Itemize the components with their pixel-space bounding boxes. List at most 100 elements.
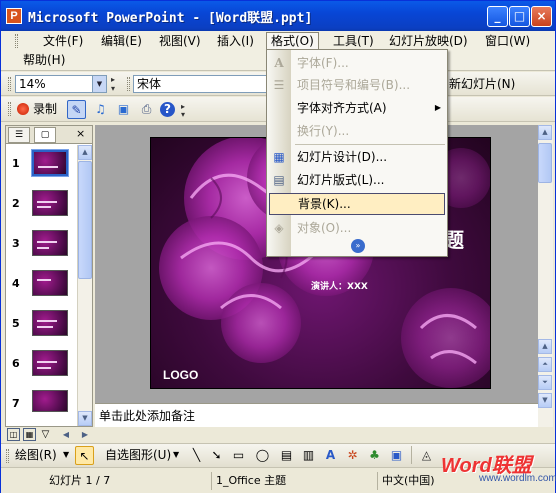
wordart-icon[interactable]: A <box>321 446 340 465</box>
arrow-icon[interactable]: ➘ <box>207 446 226 465</box>
menu-window[interactable]: 窗口(W) <box>481 32 534 50</box>
font-name-combo[interactable]: 宋体 <box>133 75 273 93</box>
bullets-icon: ☰ <box>273 78 285 92</box>
menu-file[interactable]: 文件(F) <box>39 32 87 50</box>
slide-number-2: 2 <box>12 197 20 210</box>
chevron-down-icon-3[interactable]: ▼ <box>173 447 179 463</box>
scroll-up-arrow-icon-3[interactable]: ▲ <box>538 339 552 354</box>
maximize-button[interactable]: □ <box>509 6 530 27</box>
menu-item-bullets[interactable]: ☰ 项目符号和编号(B)... <box>267 74 447 96</box>
clipart-icon[interactable]: ♣ <box>365 446 384 465</box>
menu-slideshow[interactable]: 幻灯片放映(D) <box>385 32 472 50</box>
draw-menu-button[interactable]: 绘图(R) <box>15 447 57 463</box>
new-slide-button[interactable]: 新幻灯片(N) <box>449 76 515 92</box>
camera-icon[interactable]: ▣ <box>114 100 133 119</box>
toolbar-grip-2[interactable] <box>127 77 130 91</box>
slide-thumbnail-5[interactable] <box>32 310 68 336</box>
slide-presenter-text[interactable]: 演讲人：XXX <box>311 279 368 292</box>
slide-thumbnail-3[interactable] <box>32 230 68 256</box>
view-buttons-row: ◫ ▦ ▽ ◀ ▶ <box>1 427 555 443</box>
slide-thumbnail-1[interactable] <box>31 149 69 177</box>
vertical-textbox-icon[interactable]: ▥ <box>299 446 318 465</box>
expand-menu-chevron-icon[interactable]: » <box>351 239 365 253</box>
scroll-left-arrow-icon[interactable]: ◀ <box>59 428 73 442</box>
scroll-up-arrow-icon[interactable]: ▲ <box>78 145 92 160</box>
menu-insert[interactable]: 插入(I) <box>213 32 258 50</box>
record-button[interactable]: 录制 <box>33 101 57 117</box>
menu-item-slide-design[interactable]: ▦ 幻灯片设计(D)... <box>267 146 447 168</box>
menu-help[interactable]: 帮助(H) <box>19 51 69 69</box>
editor-scroll-thumb[interactable] <box>538 143 552 183</box>
menu-item-slide-layout-label: 幻灯片版式(L)... <box>297 173 385 187</box>
slide-design-icon: ▦ <box>273 150 285 164</box>
menu-edit[interactable]: 编辑(E) <box>97 32 146 50</box>
previous-slide-icon[interactable]: ⏶ <box>538 357 552 372</box>
tab-slides[interactable]: ▢ <box>34 127 56 143</box>
powerpoint-window: P Microsoft PowerPoint - [Word联盟.ppt] _ … <box>0 0 556 493</box>
menu-item-object[interactable]: ◈ 对象(O)... <box>267 217 447 239</box>
pane-close-icon[interactable]: × <box>76 127 85 141</box>
next-slide-icon[interactable]: ⏷ <box>538 375 552 390</box>
scroll-thumb[interactable] <box>78 161 92 279</box>
menu-item-background-label: 背景(K)... <box>298 197 351 211</box>
scroll-down-arrow-icon[interactable]: ▼ <box>78 411 92 426</box>
rectangle-icon[interactable]: ▭ <box>229 446 248 465</box>
pen-icon[interactable]: ✎ <box>67 100 86 119</box>
menu-item-font-alignment[interactable]: 字体对齐方式(A) ▶ <box>267 97 447 119</box>
close-button[interactable]: × <box>531 6 552 27</box>
menu-item-font[interactable]: A 字体(F)... <box>267 52 447 74</box>
toolbar-options-icon-2[interactable]: ▸ ▾ <box>181 103 185 119</box>
chevron-down-icon-2[interactable]: ▼ <box>63 447 69 463</box>
autoshapes-button[interactable]: 自选图形(U) <box>105 447 171 463</box>
title-bar[interactable]: P Microsoft PowerPoint - [Word联盟.ppt] _ … <box>1 1 555 31</box>
slide-thumbnail-4[interactable] <box>32 270 68 296</box>
zoom-combo[interactable]: 14% ▼ <box>15 75 107 93</box>
slide-thumbnail-7[interactable] <box>32 390 68 412</box>
menubar-grip[interactable] <box>15 34 18 48</box>
status-language: 中文(中国) <box>377 472 439 490</box>
slide-number-3: 3 <box>12 237 20 250</box>
menu-item-line-break[interactable]: 换行(Y)... <box>267 120 447 142</box>
help-icon[interactable]: ? <box>160 102 175 117</box>
menu-item-slide-layout[interactable]: ▤ 幻灯片版式(L)... <box>267 169 447 191</box>
select-pointer-icon[interactable]: ↖ <box>75 446 94 465</box>
scroll-down-arrow-icon-2[interactable]: ▼ <box>538 393 552 408</box>
scroll-up-arrow-icon-2[interactable]: ▲ <box>538 125 552 140</box>
fill-color-icon[interactable]: ◬ <box>417 446 436 465</box>
toolbar-grip[interactable] <box>8 77 11 91</box>
picture-icon[interactable]: ▣ <box>387 446 406 465</box>
textbox-icon[interactable]: ▤ <box>277 446 296 465</box>
notes-pane[interactable]: 单击此处添加备注 <box>95 403 538 427</box>
printer-icon[interactable]: ⎙ <box>137 100 156 119</box>
microphone-icon[interactable]: ♫ <box>91 100 110 119</box>
menu-item-background[interactable]: 背景(K)... <box>269 193 445 215</box>
line-icon[interactable]: ╲ <box>187 446 206 465</box>
powerpoint-app-icon[interactable]: P <box>6 8 22 24</box>
scroll-right-arrow-icon[interactable]: ▶ <box>79 428 91 442</box>
menu-view[interactable]: 视图(V) <box>155 32 205 50</box>
slide-sorter-icon[interactable]: ▦ <box>23 428 36 441</box>
diagram-icon[interactable]: ✲ <box>343 446 362 465</box>
menu-item-bullets-label: 项目符号和编号(B)... <box>297 78 411 92</box>
slide-logo-text[interactable]: LOGO <box>163 368 198 382</box>
chevron-down-icon[interactable]: ▼ <box>92 76 106 92</box>
menu-item-line-break-label: 换行(Y)... <box>297 124 350 138</box>
record-icon <box>17 103 29 115</box>
normal-view-icon[interactable]: ◫ <box>7 428 20 441</box>
menu-format[interactable]: 格式(O) <box>266 32 319 50</box>
slide-thumbnail-6[interactable] <box>32 350 68 376</box>
slideshow-view-icon[interactable]: ▽ <box>39 428 52 441</box>
slides-pane: ☰ ▢ × 1 2 3 4 5 6 7 ▲ ▼ <box>5 125 93 427</box>
tab-outline[interactable]: ☰ <box>8 127 30 143</box>
zoom-value: 14% <box>19 77 46 91</box>
draw-toolbar-grip[interactable] <box>6 449 9 463</box>
menu-tools[interactable]: 工具(T) <box>329 32 378 50</box>
slide-number-1: 1 <box>12 157 20 170</box>
editor-vertical-scrollbar[interactable]: ▲ ▲ ⏶ ⏷ ▼ <box>538 125 553 427</box>
toolbar-options-icon[interactable]: ▸ ▾ <box>111 75 121 93</box>
slides-pane-scrollbar[interactable]: ▲ ▼ <box>77 145 92 426</box>
oval-icon[interactable]: ◯ <box>253 446 272 465</box>
slide-thumbnail-2[interactable] <box>32 190 68 216</box>
minimize-button[interactable]: _ <box>487 6 508 27</box>
toolbar-grip-3[interactable] <box>8 102 11 116</box>
